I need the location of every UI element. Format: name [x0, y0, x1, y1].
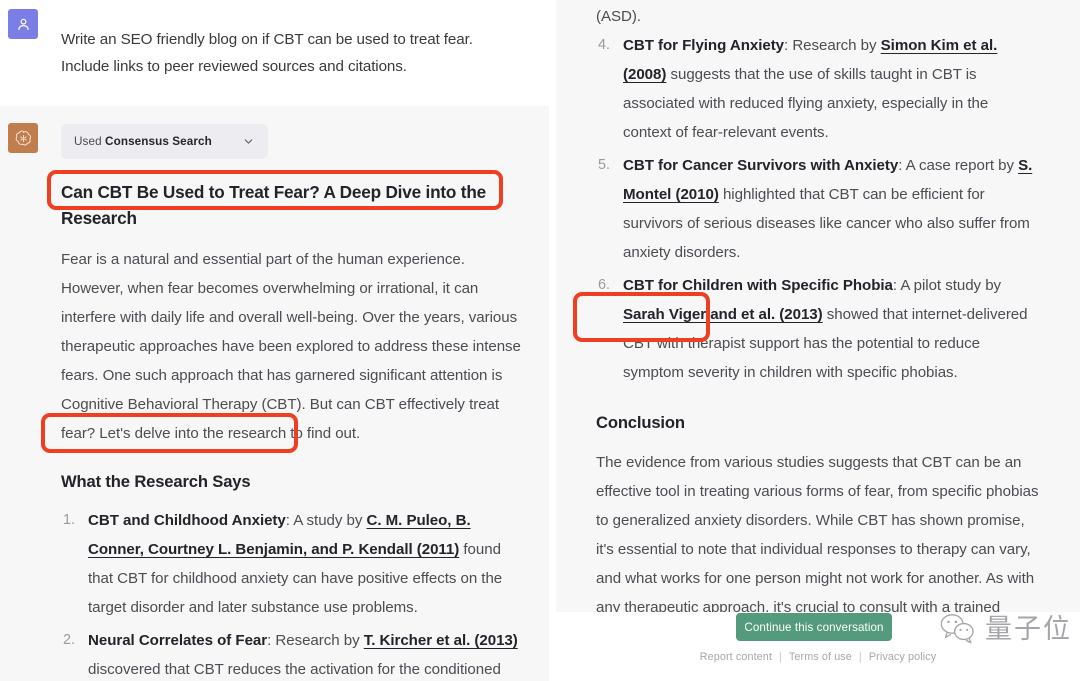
- list-item: 5. CBT for Cancer Survivors with Anxiety:…: [596, 151, 1040, 267]
- right-content: (ASD). 4. CBT for Flying Anxiety: Researc…: [556, 2, 1080, 612]
- list-item-lead: : Research by: [267, 632, 364, 649]
- list-item-lead: : Research by: [784, 37, 881, 54]
- section-heading-research: What the Research Says: [61, 472, 251, 491]
- list-item: 6. CBT for Children with Specific Phobia:…: [596, 271, 1040, 387]
- list-item-topic: CBT for Children with Specific Phobia: [623, 277, 893, 294]
- list-item-topic: CBT and Childhood Anxiety: [88, 512, 286, 529]
- conversation-left-column: Write an SEO friendly blog on if CBT can…: [0, 0, 549, 681]
- used-tool-label: Used Consensus Search: [74, 135, 212, 148]
- conversation-right-column: (ASD). 4. CBT for Flying Anxiety: Researc…: [556, 0, 1080, 681]
- list-item-number: 6.: [598, 277, 610, 293]
- footer-link-privacy-policy[interactable]: Privacy policy: [869, 651, 936, 663]
- user-avatar: [8, 9, 38, 39]
- list-item-rest: discovered that CBT reduces the activati…: [88, 661, 501, 678]
- continue-conversation-button[interactable]: Continue this conversation: [736, 613, 892, 641]
- user-message-block: Write an SEO friendly blog on if CBT can…: [0, 0, 549, 106]
- reference-list-right: 4. CBT for Flying Anxiety: Research by Si…: [596, 31, 1040, 387]
- citation-link[interactable]: T. Kircher et al. (2013): [364, 632, 518, 649]
- list-item-number: 4.: [598, 37, 610, 53]
- section-heading-conclusion: Conclusion: [596, 413, 685, 432]
- wechat-icon: [940, 614, 974, 644]
- list-item-number: 1.: [63, 512, 75, 528]
- footer-separator: |: [858, 651, 862, 663]
- openai-logo-icon: [15, 130, 31, 146]
- user-message-body: Write an SEO friendly blog on if CBT can…: [61, 26, 523, 80]
- footer-link-terms-of-use[interactable]: Terms of use: [789, 651, 852, 663]
- footer-links: Report content | Terms of use | Privacy poli…: [556, 651, 1080, 663]
- list-item: 2. Neural Correlates of Fear: Research by…: [61, 626, 523, 681]
- reference-list-left: 1. CBT and Childhood Anxiety: A study by …: [61, 506, 523, 681]
- screenshot-root: Write an SEO friendly blog on if CBT can…: [0, 0, 1080, 681]
- list-item-lead: : A pilot study by: [892, 277, 1002, 294]
- list-item-topic: CBT for Cancer Survivors with Anxiety: [623, 157, 899, 174]
- list-item-lead: : A case report by: [898, 157, 1019, 174]
- assistant-message-body: Used Consensus Search Can CBT Be Used to…: [61, 124, 523, 681]
- user-message-text: Write an SEO friendly blog on if CBT can…: [61, 31, 473, 75]
- list-item: 4. CBT for Flying Anxiety: Research by Si…: [596, 31, 1040, 147]
- list-item-number: 5.: [598, 157, 610, 173]
- footer-separator: |: [779, 651, 782, 663]
- continued-fragment: (ASD).: [596, 8, 641, 25]
- assistant-message-block: Used Consensus Search Can CBT Be Used to…: [0, 106, 549, 681]
- list-item-topic: CBT for Flying Anxiety: [623, 37, 785, 54]
- footer-link-report-content[interactable]: Report content: [700, 651, 772, 663]
- intro-paragraph: Fear is a natural and essential part of …: [61, 251, 521, 442]
- list-item-number: 2.: [63, 632, 75, 648]
- list-item: 1. CBT and Childhood Anxiety: A study by …: [61, 506, 523, 622]
- list-item-rest: suggests that the use of skills taught i…: [623, 66, 989, 141]
- citation-link[interactable]: Sarah Vigerland et al. (2013): [623, 306, 823, 323]
- right-scroll-area: (ASD). 4. CBT for Flying Anxiety: Researc…: [556, 0, 1080, 612]
- list-item-lead: : A study by: [285, 512, 367, 529]
- assistant-avatar: [8, 123, 38, 153]
- list-item-topic: Neural Correlates of Fear: [88, 632, 268, 649]
- watermark: 量子位: [938, 612, 1072, 646]
- article-title: Can CBT Be Used to Treat Fear? A Deep Di…: [61, 182, 486, 228]
- person-icon: [17, 18, 29, 30]
- used-tool-pill[interactable]: Used Consensus Search: [61, 124, 268, 159]
- watermark-text: 量子位: [985, 613, 1072, 644]
- conclusion-paragraph: The evidence from various studies sugges…: [596, 454, 1039, 612]
- chevron-down-icon[interactable]: [243, 136, 254, 147]
